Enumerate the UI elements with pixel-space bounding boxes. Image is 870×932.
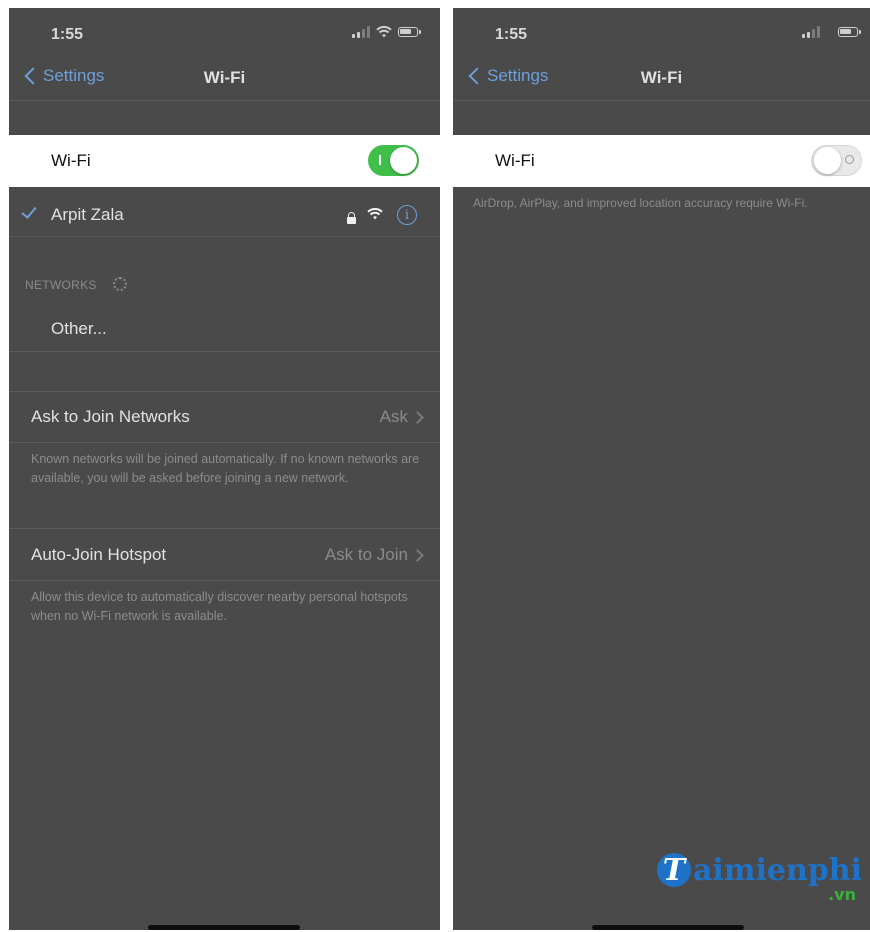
checkmark-icon: [21, 203, 37, 219]
signal-icon: [352, 26, 370, 38]
network-row-arpit-zala[interactable]: Arpit Zala i: [9, 188, 440, 238]
toggle-knob: [390, 147, 417, 174]
nav-bar: Settings Wi-Fi: [453, 60, 870, 100]
wifi-off-footnote: AirDrop, AirPlay, and improved location …: [473, 196, 808, 210]
wifi-strength-icon: [367, 208, 383, 220]
ask-to-join-label: Ask to Join Networks: [31, 407, 190, 426]
lock-icon: [347, 212, 356, 224]
toggle-off-mark: [845, 155, 854, 164]
wifi-row: Wi-Fi: [453, 135, 870, 187]
divider: [9, 100, 440, 101]
watermark-suffix: .vn: [828, 885, 856, 904]
divider: [453, 100, 870, 101]
auto-join-footnote: Allow this device to automatically disco…: [31, 590, 408, 623]
auto-join-hotspot-row[interactable]: Auto-Join Hotspot Ask to Join: [9, 529, 440, 579]
wifi-label: Wi-Fi: [495, 151, 535, 170]
ask-to-join-row[interactable]: Ask to Join Networks Ask: [9, 392, 440, 442]
divider: [9, 442, 440, 443]
divider: [9, 351, 440, 352]
screen-separator: [440, 0, 453, 932]
chevron-right-icon: [411, 411, 424, 424]
spinner-icon: [113, 277, 127, 291]
ask-to-join-value: Ask: [379, 407, 408, 426]
wifi-icon: [376, 26, 392, 38]
battery-icon: [838, 27, 861, 37]
home-indicator[interactable]: [592, 925, 744, 930]
watermark-initial: T: [656, 853, 691, 888]
wifi-toggle[interactable]: [368, 145, 419, 176]
info-icon[interactable]: i: [397, 205, 417, 225]
right-screen: 1:55 Settings Wi-Fi Wi-Fi AirDrop, AirPl…: [453, 8, 870, 930]
nav-bar: Settings Wi-Fi: [9, 60, 440, 100]
status-time: 1:55: [495, 26, 528, 43]
watermark-logo: T aimienphi .vn: [656, 853, 862, 904]
status-icons: [352, 26, 421, 38]
toggle-knob: [814, 147, 841, 174]
battery-icon: [398, 27, 421, 37]
network-name: Arpit Zala: [51, 205, 124, 224]
status-icons: [802, 26, 861, 38]
wifi-label: Wi-Fi: [51, 151, 91, 170]
divider: [9, 236, 440, 237]
page-title: Wi-Fi: [203, 68, 246, 87]
networks-header: NETWORKS: [25, 278, 97, 292]
other-network-row[interactable]: Other...: [9, 306, 440, 352]
status-time: 1:55: [51, 26, 84, 43]
other-label: Other...: [51, 319, 107, 338]
ask-to-join-footnote: Known networks will be joined automatica…: [31, 452, 420, 485]
toggle-on-mark: [379, 155, 381, 165]
wifi-toggle[interactable]: [811, 145, 862, 176]
home-indicator[interactable]: [148, 925, 300, 930]
left-screen: 1:55 Settings Wi-Fi Wi-Fi Arpit Zala i N…: [9, 8, 440, 930]
signal-icon: [802, 26, 820, 38]
divider: [9, 580, 440, 581]
auto-join-value: Ask to Join: [324, 545, 408, 564]
wifi-row: Wi-Fi: [9, 135, 440, 187]
auto-join-label: Auto-Join Hotspot: [31, 545, 167, 564]
watermark-text: aimienphi: [692, 853, 862, 888]
page-title: Wi-Fi: [640, 68, 683, 87]
chevron-right-icon: [411, 549, 424, 562]
